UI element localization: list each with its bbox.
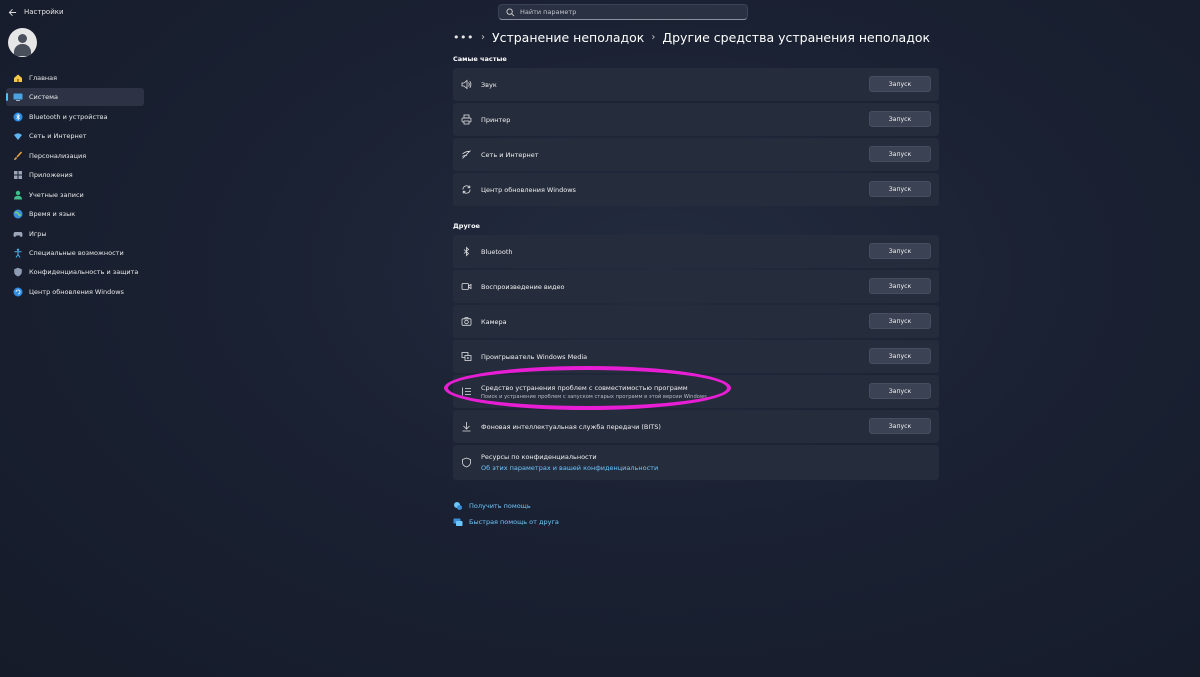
apps-icon bbox=[13, 170, 23, 180]
search-box[interactable] bbox=[498, 4, 748, 20]
run-button-windows-media-player[interactable]: Запуск bbox=[869, 348, 931, 364]
chevron-right-icon: › bbox=[480, 31, 485, 43]
refresh-icon bbox=[461, 184, 472, 195]
update-icon bbox=[13, 287, 23, 297]
settings-window: Настройки Главная Система Bluet bbox=[0, 0, 1200, 677]
sidebar-item-privacy[interactable]: Конфиденциальность и защита bbox=[6, 263, 144, 281]
troubleshooter-windows-update: Центр обновления Windows Запуск bbox=[453, 173, 939, 206]
run-button-video-playback[interactable]: Запуск bbox=[869, 278, 931, 294]
shield-icon bbox=[13, 267, 23, 277]
quick-assist-icon bbox=[453, 512, 463, 531]
chevron-right-icon: › bbox=[651, 31, 656, 43]
page-title: Другие средства устранения неполадок bbox=[662, 29, 931, 45]
sidebar-item-accounts[interactable]: Учетные записи bbox=[6, 186, 144, 204]
run-button-network[interactable]: Запуск bbox=[869, 146, 931, 162]
app-title: Настройки bbox=[24, 8, 64, 16]
breadcrumb-more-button[interactable]: ••• bbox=[453, 31, 474, 44]
sidebar-item-network[interactable]: Сеть и Интернет bbox=[6, 127, 144, 145]
sidebar-item-apps[interactable]: Приложения bbox=[6, 166, 144, 184]
speaker-icon bbox=[461, 79, 472, 90]
sidebar-item-gaming[interactable]: Игры bbox=[6, 225, 144, 243]
troubleshooter-program-compatibility: Средство устранения проблем с совместимо… bbox=[453, 375, 939, 408]
section-title-other: Другое bbox=[453, 222, 480, 230]
run-button-program-compatibility[interactable]: Запуск bbox=[869, 383, 931, 399]
bluetooth-icon bbox=[461, 246, 472, 257]
printer-icon bbox=[461, 114, 472, 125]
sidebar-nav: Главная Система Bluetooth и устройства С… bbox=[6, 69, 144, 302]
run-button-bits[interactable]: Запуск bbox=[869, 418, 931, 434]
privacy-link[interactable]: Об этих параметрах и вашей конфиденциаль… bbox=[481, 464, 658, 472]
arrow-left-icon bbox=[8, 8, 16, 16]
network-icon bbox=[461, 149, 472, 160]
bluetooth-icon bbox=[13, 112, 23, 122]
list-icon bbox=[461, 386, 472, 397]
run-button-bluetooth[interactable]: Запуск bbox=[869, 243, 931, 259]
globe-icon bbox=[13, 209, 23, 219]
back-button[interactable] bbox=[0, 0, 24, 24]
troubleshooter-printer: Принтер Запуск bbox=[453, 103, 939, 136]
run-button-windows-update[interactable]: Запуск bbox=[869, 181, 931, 197]
privacy-resources: Ресурсы по конфиденциальности Об этих па… bbox=[453, 445, 939, 480]
brush-icon bbox=[13, 151, 23, 161]
gamepad-icon bbox=[13, 229, 23, 239]
sidebar-item-accessibility[interactable]: Специальные возможности bbox=[6, 244, 144, 262]
monitor-icon bbox=[13, 92, 23, 102]
troubleshooter-bits: Фоновая интеллектуальная служба передачи… bbox=[453, 410, 939, 443]
user-icon bbox=[13, 190, 23, 200]
search-icon bbox=[505, 7, 515, 17]
home-icon bbox=[13, 73, 23, 83]
sidebar-item-personalization[interactable]: Персонализация bbox=[6, 147, 144, 165]
shield-outline-icon bbox=[461, 457, 472, 468]
download-icon bbox=[461, 421, 472, 432]
sidebar-item-system[interactable]: Система bbox=[6, 88, 144, 107]
troubleshooter-bluetooth: Bluetooth Запуск bbox=[453, 235, 939, 268]
troubleshooter-camera: Камера Запуск bbox=[453, 305, 939, 338]
section-title-frequent: Самые частые bbox=[453, 55, 507, 63]
troubleshooter-sound: Звук Запуск bbox=[453, 68, 939, 101]
sidebar-item-windows-update[interactable]: Центр обновления Windows bbox=[6, 283, 144, 301]
troubleshooter-video-playback: Воспроизведение видео Запуск bbox=[453, 270, 939, 303]
breadcrumb-troubleshoot[interactable]: Устранение неполадок bbox=[492, 30, 644, 45]
video-icon bbox=[461, 281, 472, 292]
run-button-printer[interactable]: Запуск bbox=[869, 111, 931, 127]
sidebar-item-bluetooth[interactable]: Bluetooth и устройства bbox=[6, 108, 144, 126]
media-player-icon bbox=[461, 351, 472, 362]
troubleshooter-windows-media-player: Проигрыватель Windows Media Запуск bbox=[453, 340, 939, 373]
run-button-sound[interactable]: Запуск bbox=[869, 76, 931, 92]
quick-assist-link[interactable]: Быстрая помощь от друга bbox=[453, 512, 559, 531]
avatar[interactable] bbox=[8, 28, 37, 57]
run-button-camera[interactable]: Запуск bbox=[869, 313, 931, 329]
sidebar-item-time-language[interactable]: Время и язык bbox=[6, 205, 144, 223]
sidebar-item-home[interactable]: Главная bbox=[6, 69, 144, 87]
wifi-icon bbox=[13, 131, 23, 141]
troubleshooter-network: Сеть и Интернет Запуск bbox=[453, 138, 939, 171]
accessibility-icon bbox=[13, 248, 23, 258]
breadcrumb: ••• › Устранение неполадок › Другие сред… bbox=[453, 28, 930, 46]
search-input[interactable] bbox=[520, 8, 740, 16]
camera-icon bbox=[461, 316, 472, 327]
title-bar: Настройки bbox=[0, 0, 300, 24]
